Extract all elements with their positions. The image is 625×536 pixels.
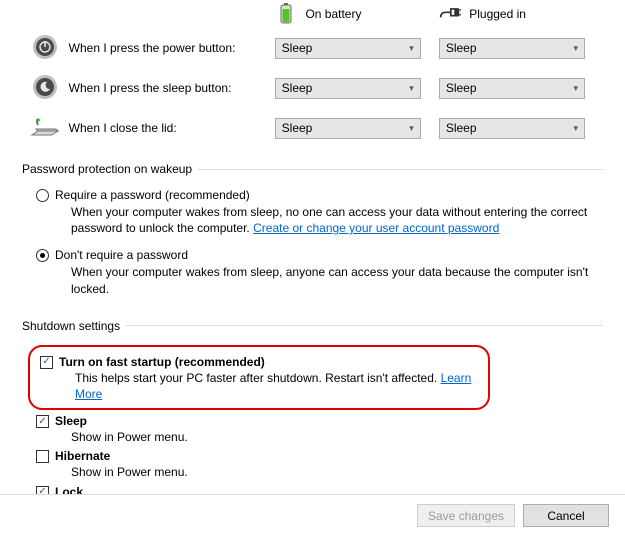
chevron-down-icon: ▾ — [409, 123, 414, 134]
shutdown-settings-legend: Shutdown settings — [22, 319, 126, 333]
cancel-button[interactable]: Cancel — [523, 504, 609, 527]
chevron-down-icon: ▾ — [409, 43, 414, 54]
checkbox-fast-startup[interactable]: Turn on fast startup (recommended) This … — [40, 355, 478, 402]
column-plugged-in: Plugged in — [439, 6, 603, 22]
column-plugged-in-label: Plugged in — [469, 7, 526, 21]
sleep-label: Sleep — [55, 414, 87, 428]
hibernate-label: Hibernate — [55, 449, 110, 463]
checkbox-icon — [40, 356, 53, 369]
dont-require-password-label: Don't require a password — [55, 248, 601, 262]
column-headers: On battery Plugged in — [22, 0, 603, 28]
row-sleep-button: When I press the sleep button: Sleep ▾ S… — [22, 68, 603, 108]
radio-dont-require-password[interactable]: Don't require a password When your compu… — [36, 248, 603, 296]
fast-startup-desc: This helps start your PC faster after sh… — [75, 371, 441, 385]
plug-icon — [439, 6, 461, 22]
fast-startup-annotation: Turn on fast startup (recommended) This … — [28, 345, 490, 410]
sleep-button-plugged-dropdown[interactable]: Sleep ▾ — [439, 78, 585, 99]
checkbox-icon — [36, 450, 49, 463]
password-protection-group: Password protection on wakeup Require a … — [22, 162, 603, 297]
sleep-desc: Show in Power menu. — [71, 429, 188, 445]
power-button-plugged-dropdown[interactable]: Sleep ▾ — [439, 38, 585, 59]
chevron-down-icon: ▾ — [573, 43, 578, 54]
row-power-button: When I press the power button: Sleep ▾ S… — [22, 28, 603, 68]
radio-icon — [36, 189, 49, 202]
close-lid-plugged-value: Sleep — [446, 121, 477, 135]
close-lid-plugged-dropdown[interactable]: Sleep ▾ — [439, 118, 585, 139]
power-button-battery-dropdown[interactable]: Sleep ▾ — [275, 38, 421, 59]
column-on-battery: On battery — [275, 3, 439, 25]
sleep-button-battery-value: Sleep — [282, 81, 313, 95]
save-changes-button[interactable]: Save changes — [417, 504, 515, 527]
battery-icon — [275, 3, 297, 25]
close-lid-battery-dropdown[interactable]: Sleep ▾ — [275, 118, 421, 139]
close-lid-battery-value: Sleep — [282, 121, 313, 135]
sleep-button-battery-dropdown[interactable]: Sleep ▾ — [275, 78, 421, 99]
require-password-label: Require a password (recommended) — [55, 188, 601, 202]
chevron-down-icon: ▾ — [409, 83, 414, 94]
dont-require-password-desc: When your computer wakes from sleep, any… — [71, 264, 601, 296]
radio-icon — [36, 249, 49, 262]
password-protection-legend: Password protection on wakeup — [22, 162, 198, 176]
power-button-icon — [32, 34, 58, 63]
checkbox-icon — [36, 415, 49, 428]
sleep-button-icon — [32, 74, 58, 103]
row-close-lid: When I close the lid: Sleep ▾ Sleep ▾ — [22, 108, 603, 148]
fast-startup-label: Turn on fast startup (recommended) — [59, 355, 265, 369]
close-lid-label: When I close the lid: — [69, 121, 275, 135]
power-button-battery-value: Sleep — [282, 41, 313, 55]
laptop-lid-icon — [30, 115, 60, 142]
power-button-plugged-value: Sleep — [446, 41, 477, 55]
column-on-battery-label: On battery — [305, 7, 361, 21]
checkbox-hibernate[interactable]: Hibernate Show in Power menu. — [36, 449, 603, 480]
create-change-password-link[interactable]: Create or change your user account passw… — [253, 221, 499, 235]
hibernate-desc: Show in Power menu. — [71, 464, 188, 480]
sleep-button-label: When I press the sleep button: — [69, 81, 275, 95]
checkbox-sleep[interactable]: Sleep Show in Power menu. — [36, 414, 603, 445]
shutdown-settings-group: Shutdown settings Turn on fast startup (… — [22, 319, 603, 508]
chevron-down-icon: ▾ — [573, 83, 578, 94]
power-button-label: When I press the power button: — [69, 41, 275, 55]
radio-require-password[interactable]: Require a password (recommended) When yo… — [36, 188, 603, 236]
chevron-down-icon: ▾ — [573, 123, 578, 134]
footer-bar: Save changes Cancel — [0, 494, 625, 536]
sleep-button-plugged-value: Sleep — [446, 81, 477, 95]
